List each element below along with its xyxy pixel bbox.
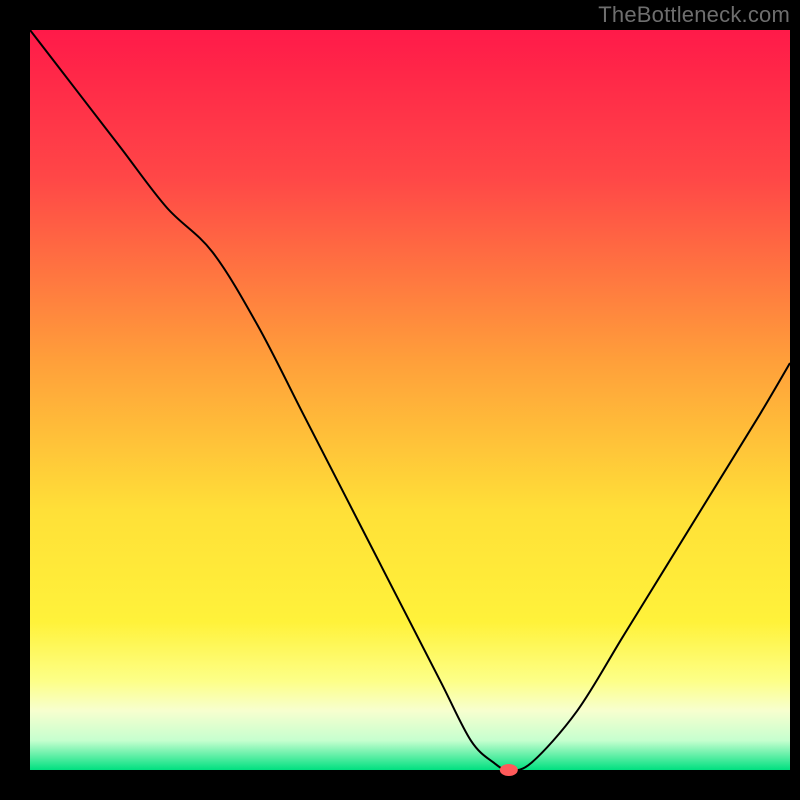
optimum-marker — [500, 764, 518, 776]
bottleneck-chart: TheBottleneck.com — [0, 0, 800, 800]
chart-plot-area — [30, 30, 790, 770]
chart-svg — [0, 0, 800, 800]
watermark-text: TheBottleneck.com — [598, 2, 790, 28]
